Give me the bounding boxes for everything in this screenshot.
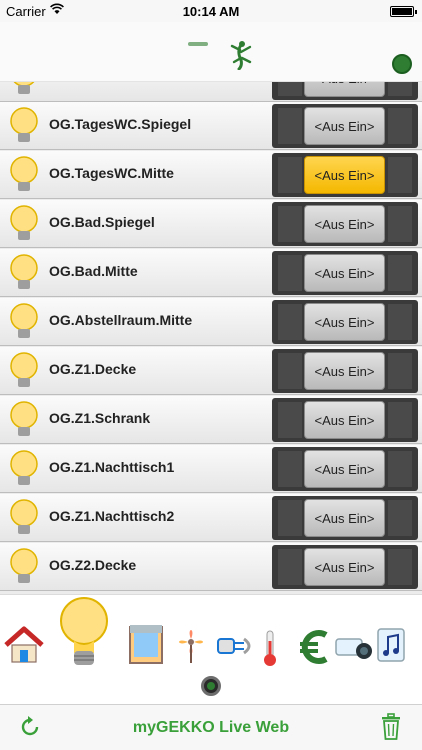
list-item-label: OG.Z1.Nachttisch2 xyxy=(49,508,175,524)
lightbulb-icon xyxy=(10,107,38,142)
list-item-label: OG.Abstellraum.Mitte xyxy=(49,312,193,328)
list-item: <Aus Ein> xyxy=(0,82,422,102)
lightbulb-icon xyxy=(10,254,38,289)
toggle-button[interactable]: <Aus Ein> xyxy=(304,82,385,97)
camera-icon[interactable] xyxy=(334,633,374,661)
list-item: OG.TagesWC.Mitte <Aus Ein> xyxy=(0,151,422,199)
clock: 10:14 AM xyxy=(182,4,240,19)
on-off-toggle: <Aus Ein> xyxy=(272,153,418,197)
on-off-toggle: <Aus Ein> xyxy=(272,82,418,100)
toggle-button[interactable]: <Aus Ein> xyxy=(304,499,385,537)
list-item: OG.Bad.Spiegel <Aus Ein> xyxy=(0,200,422,248)
list-item: OG.Z1.Decke <Aus Ein> xyxy=(0,347,422,395)
drag-handle[interactable] xyxy=(188,42,208,46)
on-off-toggle: <Aus Ein> xyxy=(272,300,418,344)
lightbulb-icon xyxy=(10,303,38,338)
toggle-button[interactable]: <Aus Ein> xyxy=(304,254,385,292)
toggle-button[interactable]: <Aus Ein> xyxy=(304,107,385,145)
list-item: OG.Z1.Nachttisch2 <Aus Ein> xyxy=(0,494,422,542)
light-list: <Aus Ein> OG.TagesWC.Spiegel <Aus Ein> O… xyxy=(0,82,422,594)
toggle-button[interactable]: <Aus Ein> xyxy=(304,548,385,586)
house-icon[interactable] xyxy=(2,623,46,665)
list-item-label: OG.Z1.Schrank xyxy=(49,410,151,426)
on-off-toggle: <Aus Ein> xyxy=(272,349,418,393)
status-bar: Carrier 10:14 AM xyxy=(0,0,422,22)
lightbulb-icon xyxy=(10,450,38,485)
list-item: OG.Z2.Decke <Aus Ein> xyxy=(0,543,422,591)
lightbulb-icon xyxy=(13,82,35,94)
list-item-label: OG.Z1.Decke xyxy=(49,361,137,377)
on-off-toggle: <Aus Ein> xyxy=(272,496,418,540)
lightbulb-icon xyxy=(10,205,38,240)
toggle-button[interactable]: <Aus Ein> xyxy=(304,205,385,243)
thermometer-icon[interactable] xyxy=(262,629,278,667)
lightbulb-icon xyxy=(10,352,38,387)
list-item: OG.Z1.Schrank <Aus Ein> xyxy=(0,396,422,444)
list-item-label: OG.Bad.Mitte xyxy=(49,263,138,279)
lightbulb-icon[interactable] xyxy=(56,595,112,669)
list-item-label: OG.TagesWC.Spiegel xyxy=(49,116,192,132)
connection-status-dot xyxy=(392,54,412,74)
trash-icon[interactable] xyxy=(380,713,402,741)
page-indicator[interactable] xyxy=(201,676,221,696)
battery-icon xyxy=(390,6,417,17)
on-off-toggle: <Aus Ein> xyxy=(272,251,418,295)
list-item-label: OG.Bad.Spiegel xyxy=(49,214,155,230)
toggle-button[interactable]: <Aus Ein> xyxy=(304,156,385,194)
on-off-toggle: <Aus Ein> xyxy=(272,202,418,246)
euro-icon[interactable] xyxy=(296,627,332,667)
list-item: OG.Bad.Mitte <Aus Ein> xyxy=(0,249,422,297)
lightbulb-icon xyxy=(10,548,38,583)
list-item: OG.Abstellraum.Mitte <Aus Ein> xyxy=(0,298,422,346)
lightbulb-icon xyxy=(10,499,38,534)
list-item: OG.Z1.Nachttisch1 <Aus Ein> xyxy=(0,445,422,493)
toggle-button[interactable]: <Aus Ein> xyxy=(304,303,385,341)
on-off-toggle: <Aus Ein> xyxy=(272,398,418,442)
lightbulb-icon xyxy=(10,401,38,436)
toggle-button[interactable]: <Aus Ein> xyxy=(304,401,385,439)
toggle-button[interactable]: <Aus Ein> xyxy=(304,450,385,488)
toggle-button[interactable]: <Aus Ein> xyxy=(304,352,385,390)
fan-icon[interactable] xyxy=(174,625,208,665)
top-area xyxy=(0,22,422,82)
window-blind-icon[interactable] xyxy=(128,623,164,665)
lightbulb-icon xyxy=(10,156,38,191)
power-plug-icon[interactable] xyxy=(214,631,256,659)
on-off-toggle: <Aus Ein> xyxy=(272,545,418,589)
bottom-toolbar: myGEKKO Live Web xyxy=(0,704,422,750)
on-off-toggle: <Aus Ein> xyxy=(272,104,418,148)
list-item: OG.TagesWC.Spiegel <Aus Ein> xyxy=(0,102,422,150)
gecko-logo-icon xyxy=(230,41,252,70)
list-item-label: OG.Z1.Nachttisch1 xyxy=(49,459,175,475)
on-off-toggle: <Aus Ein> xyxy=(272,447,418,491)
music-icon[interactable] xyxy=(374,625,410,665)
app-title: myGEKKO Live Web xyxy=(132,719,290,736)
list-item-label: OG.TagesWC.Mitte xyxy=(49,165,174,181)
list-item-label: OG.Z2.Decke xyxy=(49,557,137,573)
